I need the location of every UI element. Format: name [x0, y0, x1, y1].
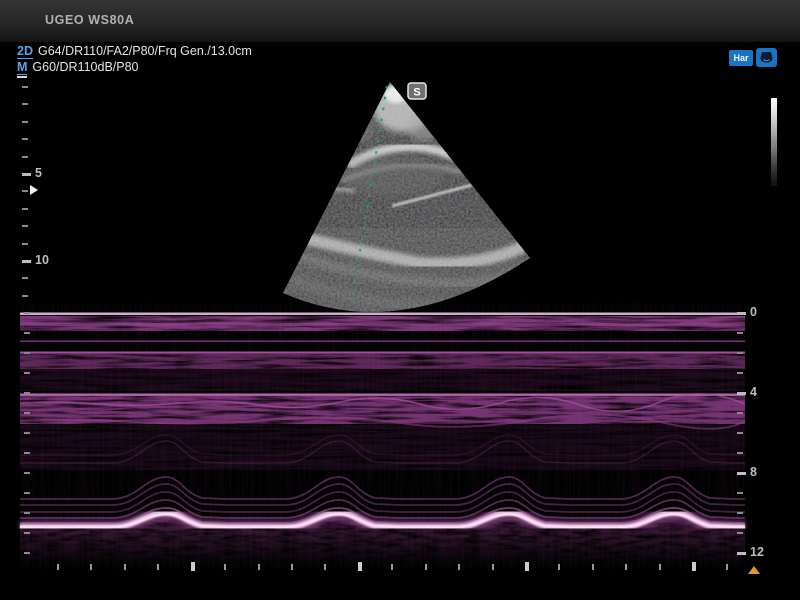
- sweep-position-marker: [748, 566, 760, 574]
- ruler-tick: [22, 225, 28, 227]
- ruler-tick: [24, 372, 30, 374]
- status-line-m: M G60/DR110dB/P80: [17, 60, 139, 74]
- ruler-tick: [737, 532, 743, 534]
- 2d-image[interactable]: S: [0, 78, 800, 318]
- ruler-tick: 5: [22, 173, 31, 176]
- time-tick: [458, 564, 460, 570]
- ruler-tick: [22, 208, 28, 210]
- ruler-tick: [24, 452, 30, 454]
- ruler-tick: [22, 295, 28, 297]
- time-tick: [90, 564, 92, 570]
- params-2d: G64/DR110/FA2/P80/Frq Gen./13.0cm: [38, 44, 252, 58]
- ruler-tick: [737, 412, 743, 414]
- ruler-tick: 0: [737, 312, 746, 315]
- machine-title: UGEO WS80A: [45, 13, 134, 27]
- ruler-tick: [737, 372, 743, 374]
- ruler-tick: 8: [737, 472, 746, 475]
- probe-icon-glyph: [759, 50, 774, 65]
- ruler-label: 12: [750, 545, 764, 559]
- harmonic-badge: Har: [729, 50, 753, 66]
- ruler-tick: [22, 190, 28, 192]
- time-tick: [224, 564, 226, 570]
- ruler-tick: [22, 156, 28, 158]
- time-tick: [692, 562, 696, 571]
- time-tick: [258, 564, 260, 570]
- ruler-tick: [24, 552, 30, 554]
- time-tick: [492, 564, 494, 570]
- 2d-sector: S: [283, 82, 533, 318]
- ruler-tick: [22, 243, 28, 245]
- ruler-tick: [24, 312, 30, 314]
- time-tick: [726, 564, 728, 570]
- ruler-tick: [737, 432, 743, 434]
- time-tick: [558, 564, 560, 570]
- ruler-tick: [737, 332, 743, 334]
- ruler-tick: 10: [22, 260, 31, 263]
- ruler-tick: [737, 492, 743, 494]
- ruler-tick: [24, 412, 30, 414]
- time-tick: [625, 564, 627, 570]
- ruler-tick: [24, 512, 30, 514]
- status-line-2d: 2D G64/DR110/FA2/P80/Frq Gen./13.0cm: [17, 44, 252, 58]
- ruler-tick: [24, 492, 30, 494]
- ruler-label: 5: [35, 166, 42, 180]
- ruler-tick: [22, 103, 28, 105]
- title-bar: UGEO WS80A: [0, 0, 800, 42]
- time-tick: [358, 562, 362, 571]
- time-tick: [324, 564, 326, 570]
- ruler-tick: [24, 472, 30, 474]
- ruler-tick: [737, 512, 743, 514]
- ruler-tick: [22, 86, 28, 88]
- time-tick: [592, 564, 594, 570]
- ruler-tick: [24, 332, 30, 334]
- params-m: G60/DR110dB/P80: [32, 60, 138, 74]
- time-tick: [425, 564, 427, 570]
- mmode-vertical-noise: [20, 303, 745, 569]
- ruler-label: 10: [35, 253, 49, 267]
- ruler-tick: [24, 392, 30, 394]
- ruler-tick: [22, 121, 28, 123]
- ruler-label: 0: [750, 305, 757, 319]
- time-tick: [291, 564, 293, 570]
- time-tick: [525, 562, 529, 571]
- ruler-tick: [737, 452, 743, 454]
- ultrasound-screen: UGEO WS80A 2D G64/DR110/FA2/P80/Frq Gen./…: [0, 0, 800, 600]
- mmode-trace[interactable]: [0, 303, 760, 569]
- time-tick: [391, 564, 393, 570]
- orientation-marker: S: [408, 83, 426, 99]
- ruler-tick: [24, 532, 30, 534]
- time-tick: [157, 564, 159, 570]
- ruler-tick: [22, 138, 28, 140]
- ruler-label: 4: [750, 385, 757, 399]
- ruler-tick: [737, 352, 743, 354]
- ruler-tick: [24, 352, 30, 354]
- focus-marker[interactable]: [30, 185, 38, 195]
- mode-m-label: M: [17, 60, 27, 75]
- ruler-label: 8: [750, 465, 757, 479]
- time-tick: [57, 564, 59, 570]
- svg-text:S: S: [413, 87, 420, 99]
- ruler-tick: 4: [737, 392, 746, 395]
- ruler-tick: [24, 432, 30, 434]
- time-tick: [124, 564, 126, 570]
- ruler-tick: 12: [737, 552, 746, 555]
- ruler-tick: [22, 277, 28, 279]
- time-tick: [191, 562, 195, 571]
- mode-2d-label: 2D: [17, 44, 33, 59]
- time-tick: [659, 564, 661, 570]
- probe-icon: [756, 48, 777, 67]
